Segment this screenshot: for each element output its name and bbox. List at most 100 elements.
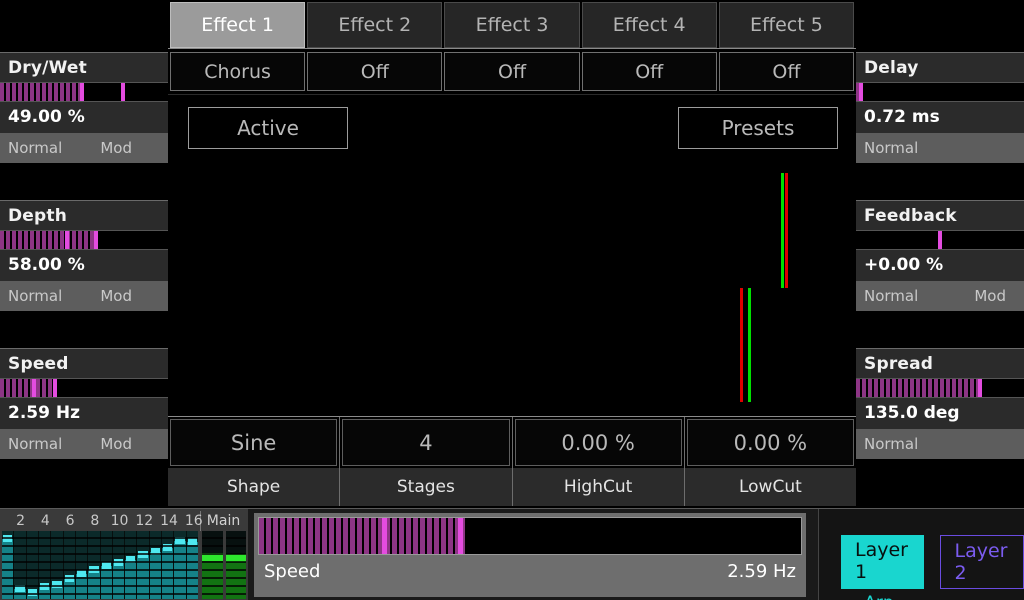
mixer-channel[interactable]: [38, 531, 51, 599]
mixer-channel[interactable]: [174, 531, 186, 599]
waveform-line: [740, 288, 743, 402]
mixer-channel-graph[interactable]: [2, 531, 198, 599]
mixer-channel[interactable]: [26, 531, 38, 599]
mixer-channel[interactable]: [2, 531, 14, 599]
mixer-channel[interactable]: [162, 531, 174, 599]
param-speed-value[interactable]: 2.59 Hz: [0, 398, 168, 429]
slider-handle[interactable]: [859, 83, 864, 101]
mixer-tick-label: 12: [135, 513, 154, 529]
tab-effect-3[interactable]: Effect 3: [444, 2, 580, 48]
main-output-meter: [225, 531, 246, 599]
param-delay-value[interactable]: 0.72 ms: [856, 102, 1024, 133]
param-lowcut-label: LowCut: [684, 468, 856, 506]
meter-peak: [202, 552, 223, 561]
presets-button[interactable]: Presets: [678, 107, 838, 149]
slider-handle[interactable]: [978, 379, 983, 397]
mixer-channel[interactable]: [75, 531, 88, 599]
slider-mod-marker[interactable]: [93, 231, 98, 249]
mixer-channel[interactable]: [137, 531, 149, 599]
layer-1-button[interactable]: Layer 1: [841, 535, 924, 589]
channel-mixer[interactable]: 2 4 6 8 10 12 14 16 Main: [0, 509, 248, 600]
param-dry-wet-slider[interactable]: [0, 82, 168, 102]
slider-fill: [0, 379, 58, 397]
tab-effect-2[interactable]: Effect 2: [307, 2, 443, 48]
right-parameter-rail: Delay 0.72 ms Normal Feedback +0.00 % No…: [856, 0, 1024, 508]
slider-handle[interactable]: [457, 518, 463, 554]
param-lowcut-value[interactable]: 0.00 %: [686, 419, 854, 466]
mixer-channel-column: [149, 552, 162, 599]
speed-strip-slider[interactable]: [258, 517, 802, 555]
mixer-channel[interactable]: [14, 531, 26, 599]
mixer-channel[interactable]: [88, 531, 100, 599]
param-spread-slider[interactable]: [856, 378, 1024, 398]
mixer-channel-cap: [187, 537, 197, 545]
mixer-channel[interactable]: [63, 531, 75, 599]
param-highcut-value[interactable]: 0.00 %: [514, 419, 682, 466]
mixer-channel[interactable]: [100, 531, 112, 599]
param-feedback-value[interactable]: +0.00 %: [856, 250, 1024, 281]
tab-effect-1[interactable]: Effect 1: [170, 2, 306, 48]
slider-handle[interactable]: [80, 83, 85, 101]
mixer-main-meters: [200, 531, 246, 599]
param-depth: Depth 58.00 % Normal Mod: [0, 200, 168, 311]
slider-handle[interactable]: [938, 231, 942, 249]
effect-tab-bar: Effect 1 Effect 2 Effect 3 Effect 4 Effe…: [168, 0, 856, 48]
active-button[interactable]: Active: [188, 107, 348, 149]
param-speed-mod-button[interactable]: Mod: [100, 429, 160, 459]
waveform-line: [781, 173, 784, 288]
param-depth-slider[interactable]: [0, 230, 168, 250]
param-spread-modes: Normal: [856, 429, 1024, 459]
mixer-channel[interactable]: [186, 531, 198, 599]
mixer-channel[interactable]: [51, 531, 63, 599]
effect-slot-3[interactable]: Off: [444, 52, 580, 91]
slider-handle[interactable]: [65, 231, 70, 249]
param-depth-mod-button[interactable]: Mod: [100, 281, 160, 311]
slider-handle[interactable]: [31, 379, 36, 397]
effect-slot-1[interactable]: Chorus: [170, 52, 306, 91]
param-shape-value[interactable]: Sine: [170, 419, 338, 466]
layer-2-button[interactable]: Layer 2: [939, 535, 1024, 589]
param-dry-wet-mod-button[interactable]: Mod: [100, 133, 160, 163]
param-dry-wet-normal-button[interactable]: Normal: [8, 133, 62, 163]
mixer-tick-labels: 2 4 6 8 10 12 14 16: [2, 511, 203, 531]
param-speed-normal-button[interactable]: Normal: [8, 429, 62, 459]
right-rail-spacer-2: [856, 311, 1024, 348]
mixer-channel-column: [63, 578, 75, 599]
meter-level: [225, 558, 246, 599]
mixer-channel-cap: [3, 535, 13, 543]
param-depth-value[interactable]: 58.00 %: [0, 250, 168, 281]
slider-mod-marker[interactable]: [120, 83, 125, 101]
arp-label[interactable]: Arp: [819, 589, 939, 600]
param-delay-slider[interactable]: [856, 82, 1024, 102]
param-spread-normal-button[interactable]: Normal: [864, 429, 918, 459]
effect-slot-5[interactable]: Off: [718, 52, 855, 91]
effect-slot-4[interactable]: Off: [581, 52, 717, 91]
tab-effect-5[interactable]: Effect 5: [718, 2, 855, 48]
mixer-channel-cap: [163, 544, 173, 551]
mixer-channel-column: [100, 566, 112, 599]
mixer-tick-label: 14: [160, 513, 178, 529]
param-feedback-mod-button[interactable]: Mod: [974, 281, 1016, 311]
mixer-channel-cap: [150, 548, 161, 556]
mixer-channel[interactable]: [112, 531, 125, 599]
param-speed-slider[interactable]: [0, 378, 168, 398]
tab-effect-4[interactable]: Effect 4: [581, 2, 717, 48]
slider-mod-marker[interactable]: [53, 379, 58, 397]
param-feedback-normal-button[interactable]: Normal: [864, 281, 918, 311]
mixer-channel[interactable]: [149, 531, 162, 599]
mixer-channel[interactable]: [125, 531, 137, 599]
param-spread: Spread 135.0 deg Normal: [856, 348, 1024, 459]
mixer-tick-label: 16: [184, 513, 203, 529]
slider-mod-marker[interactable]: [381, 518, 387, 554]
mixer-channel-cap: [64, 574, 74, 582]
param-stages-value[interactable]: 4: [342, 419, 510, 466]
layer-button-row: Layer 1 Layer 2: [819, 509, 1024, 589]
left-rail-spacer-1: [0, 163, 168, 200]
param-depth-normal-button[interactable]: Normal: [8, 281, 62, 311]
param-spread-value[interactable]: 135.0 deg: [856, 398, 1024, 429]
param-delay-normal-button[interactable]: Normal: [864, 133, 918, 163]
mixer-tick-label: 10: [110, 513, 129, 529]
effect-slot-2[interactable]: Off: [307, 52, 443, 91]
param-dry-wet-value[interactable]: 49.00 %: [0, 102, 168, 133]
param-feedback-slider[interactable]: [856, 230, 1024, 250]
